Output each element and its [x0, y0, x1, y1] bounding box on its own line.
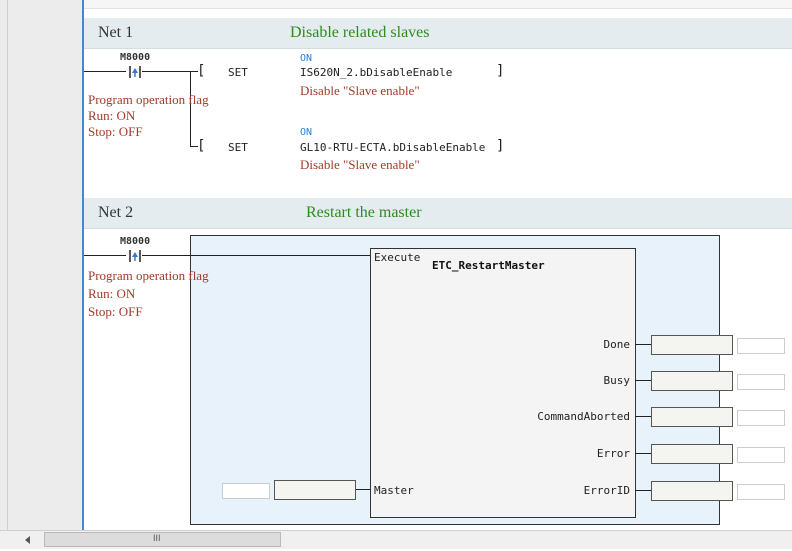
fb-name: ETC_RestartMaster — [432, 259, 545, 272]
fb-output-error-id: ErrorID — [583, 484, 630, 497]
wire — [635, 344, 651, 345]
coil-2-state: ON — [300, 127, 313, 138]
rising-edge-contact-icon[interactable] — [128, 249, 142, 262]
scrollbar-thumb[interactable]: III — [44, 532, 281, 547]
net-1-title: Net 1 — [98, 24, 134, 41]
coil-1-comment: Disable "Slave enable" — [300, 83, 420, 98]
coil-bracket-left: [ — [197, 63, 206, 79]
fb-input-master: Master — [374, 484, 414, 497]
command-aborted-output-field[interactable] — [651, 407, 733, 427]
wire — [84, 255, 126, 256]
fb-input-execute: Execute — [374, 251, 421, 264]
coil-bracket-right: ] — [496, 138, 505, 154]
branch-wire — [190, 71, 191, 147]
coil-2-comment: Disable "Slave enable" — [300, 157, 420, 172]
done-output-field[interactable] — [651, 335, 733, 355]
wire — [84, 71, 126, 72]
busy-output-field[interactable] — [651, 371, 733, 391]
net-2-comment: Restart the master — [306, 204, 422, 221]
error-value-field[interactable] — [737, 447, 785, 463]
master-value-field[interactable] — [222, 483, 270, 499]
contact-tag: M8000 — [120, 52, 151, 63]
contact-comment-line: Run: ON — [88, 108, 136, 123]
coil-bracket-left: [ — [197, 138, 206, 154]
error-output-field[interactable] — [651, 444, 733, 464]
contact-comment-line: Program operation flag — [88, 92, 209, 107]
wire — [356, 489, 370, 490]
master-input-field[interactable] — [274, 480, 356, 500]
net-2-title: Net 2 — [98, 204, 134, 221]
contact-comment-line: Stop: OFF — [88, 124, 143, 139]
gutter-divider — [7, 0, 8, 530]
error-id-value-field[interactable] — [737, 484, 785, 500]
fb-output-busy: Busy — [603, 374, 631, 387]
fb-output-command-aborted: CommandAborted — [537, 410, 630, 423]
wire — [635, 380, 651, 381]
scrollbar-grip: III — [153, 533, 161, 543]
net-1-header[interactable]: Net 1 Disable related slaves — [84, 18, 792, 49]
etc-restart-master-block[interactable] — [370, 248, 636, 518]
command-aborted-value-field[interactable] — [737, 410, 785, 426]
coil-1-state: ON — [300, 53, 313, 64]
coil-bracket-right: ] — [496, 63, 505, 79]
busy-value-field[interactable] — [737, 374, 785, 390]
coil-1-instruction[interactable]: SET — [228, 66, 248, 79]
contact-tag: M8000 — [120, 236, 151, 247]
execute-wire — [142, 255, 370, 256]
done-value-field[interactable] — [737, 338, 785, 354]
coil-1-operand[interactable]: IS620N_2.bDisableEnable — [300, 66, 452, 79]
contact-comment-line: Program operation flag — [88, 268, 209, 283]
left-gutter — [0, 0, 82, 530]
top-rule — [84, 0, 792, 9]
power-rail — [82, 0, 84, 530]
coil-2-instruction[interactable]: SET — [228, 141, 248, 154]
wire — [635, 453, 651, 454]
fb-output-done: Done — [603, 338, 631, 351]
contact-comment-line: Stop: OFF — [88, 304, 143, 319]
coil-2-operand[interactable]: GL10-RTU-ECTA.bDisableEnable — [300, 141, 485, 154]
wire — [635, 416, 651, 417]
rising-edge-contact-icon[interactable] — [128, 65, 142, 78]
fb-output-error: Error — [596, 447, 630, 460]
scroll-left-arrow-icon[interactable] — [22, 533, 34, 545]
wire — [635, 490, 651, 491]
error-id-output-field[interactable] — [651, 481, 733, 501]
net-1-comment: Disable related slaves — [290, 24, 430, 41]
contact-comment-line: Run: ON — [88, 286, 136, 301]
net-2-header[interactable]: Net 2 Restart the master — [84, 198, 792, 229]
